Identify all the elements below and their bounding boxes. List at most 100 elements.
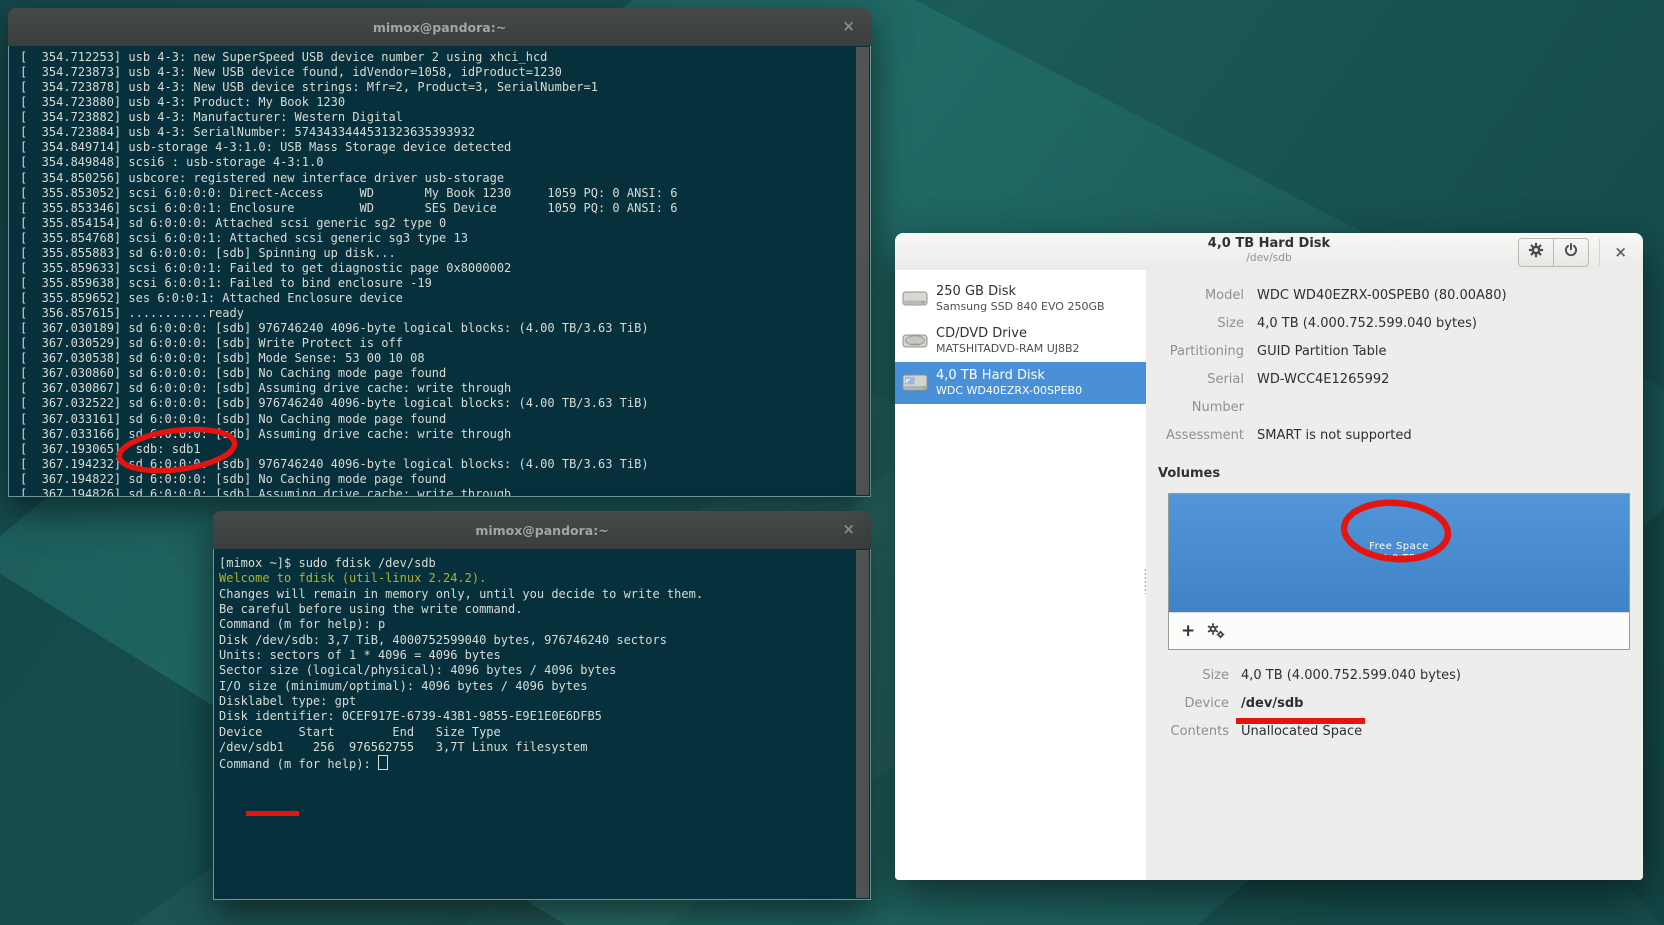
terminal-line: Welcome to fdisk (util-linux 2.24.2). [219,571,870,586]
terminal-line: [ 367.194232] sd 6:0:0:0: [sdb] 97674624… [20,457,870,472]
hard-disk-icon [901,287,929,311]
drive-info-grid: Model WDC WD40EZRX-00SPEB0 (80.00A80) Si… [1158,282,1627,450]
header-divider [1599,239,1600,266]
close-icon[interactable]: × [1610,243,1631,261]
partition-options-button[interactable] [1205,622,1227,640]
terminal-line: [ 367.033161] sd 6:0:0:0: [sdb] No Cachi… [20,412,870,427]
terminal1-titlebar[interactable]: mimox@pandora:~ × [8,8,871,46]
device-path-value: /dev/sdb [1241,690,1627,718]
info-label: Size [1158,310,1244,338]
terminal-line: Disk /dev/sdb: 3,7 TiB, 4000752599040 by… [219,633,870,648]
terminal-line: [ 367.030538] sd 6:0:0:0: [sdb] Mode Sen… [20,351,870,366]
terminal-line: [ 355.853346] scsi 6:0:0:1: Enclosure WD… [20,201,870,216]
volume-info-grid: Size 4,0 TB (4.000.752.599.040 bytes) De… [1158,662,1627,746]
device-subtitle: MATSHITADVD-RAM UJ8B2 [936,342,1080,356]
volumes-heading: Volumes [1158,466,1627,481]
terminal-line: [ 355.859638] scsi 6:0:0:1: Failed to bi… [20,276,870,291]
info-label: Size [1158,662,1229,690]
contents-value: Unallocated Space [1241,718,1627,746]
device-title: 250 GB Disk [936,284,1105,300]
terminal-line: [ 367.030860] sd 6:0:0:0: [sdb] No Cachi… [20,366,870,381]
info-label: Assessment [1158,422,1244,450]
terminal-line: [ 367.194826] sd 6:0:0:0: [sdb] Assuming… [20,487,870,497]
device-list-item-ssd[interactable]: 250 GB Disk Samsung SSD 840 EVO 250GB [895,278,1146,320]
desktop-background: mimox@pandora:~ × [ 354.712253] usb 4-3:… [0,0,1664,925]
terminal-line: [ 356.857615] ...........ready [20,306,870,321]
volumes-widget: Free Space 4,0 TB + [1168,493,1630,650]
terminal-line: [ 354.723878] usb 4-3: New USB device st… [20,80,870,95]
info-label: Serial Number [1158,366,1244,422]
terminal1-title: mimox@pandora:~ [373,20,506,35]
device-list-item-cddvd[interactable]: CD/DVD Drive MATSHITADVD-RAM UJ8B2 [895,320,1146,362]
terminal-line: [ 367.032522] sd 6:0:0:0: [sdb] 97674624… [20,396,870,411]
close-icon[interactable]: × [842,17,855,35]
terminal2-output: [mimox ~]$ sudo fdisk /dev/sdbWelcome to… [214,549,870,773]
free-space-segment[interactable]: Free Space 4,0 TB [1169,494,1629,612]
terminal-line: [mimox ~]$ sudo fdisk /dev/sdb [219,556,870,571]
serial-number-value: WD-WCC4E1265992 [1257,366,1627,422]
info-label: Model [1158,282,1244,310]
terminal2-titlebar[interactable]: mimox@pandora:~ × [213,511,871,549]
terminal-line: Disk identifier: 0CEF917E-6739-43B1-9855… [219,709,870,724]
power-icon [1563,242,1579,262]
terminal-line: [ 355.859652] ses 6:0:0:1: Attached Encl… [20,291,870,306]
terminal2-buffer[interactable]: [mimox ~]$ sudo fdisk /dev/sdbWelcome to… [213,549,871,900]
free-space-size: 4,0 TB [1381,553,1416,565]
gear-icon [1528,242,1544,262]
info-label: Partitioning [1158,338,1244,366]
terminal-line: [ 355.859633] scsi 6:0:0:1: Failed to ge… [20,261,870,276]
terminal-line: [ 354.849714] usb-storage 4-3:1.0: USB M… [20,140,870,155]
terminal1-output: [ 354.712253] usb 4-3: new SuperSpeed US… [9,46,870,497]
device-list-item-usb-disk[interactable]: 4,0 TB Hard Disk WDC WD40EZRX-00SPEB0 [895,362,1146,404]
device-title: CD/DVD Drive [936,326,1080,342]
terminal-line: [ 354.723873] usb 4-3: New USB device fo… [20,65,870,80]
terminal-line: [ 354.712253] usb 4-3: new SuperSpeed US… [20,50,870,65]
terminal2-title: mimox@pandora:~ [475,523,608,538]
terminal-line: [ 367.030189] sd 6:0:0:0: [sdb] 97674624… [20,321,870,336]
terminal-line: [ 367.030529] sd 6:0:0:0: [sdb] Write Pr… [20,336,870,351]
terminal-line: Device Start End Size Type [219,725,870,740]
device-title: 4,0 TB Hard Disk [936,368,1082,384]
terminal1-scrollbar[interactable] [856,47,869,495]
partitioning-value: GUID Partition Table [1257,338,1627,366]
device-subtitle: Samsung SSD 840 EVO 250GB [936,300,1105,314]
terminal1-buffer[interactable]: [ 354.712253] usb 4-3: new SuperSpeed US… [8,46,871,497]
terminal-line: [ 354.850256] usbcore: registered new in… [20,171,870,186]
device-list: 250 GB Disk Samsung SSD 840 EVO 250GB CD… [895,270,1146,880]
terminal-line: [ 355.853052] scsi 6:0:0:0: Direct-Acces… [20,186,870,201]
terminal-line: [ 355.855883] sd 6:0:0:0: [sdb] Spinning… [20,246,870,261]
terminal-line: [ 367.033166] sd 6:0:0:0: [sdb] Assuming… [20,427,870,442]
disks-headerbar[interactable]: 4,0 TB Hard Disk /dev/sdb [895,233,1643,271]
cogs-icon [1205,625,1227,644]
assessment-value: SMART is not supported [1257,422,1627,450]
terminal-line: Disklabel type: gpt [219,694,870,709]
info-label: Device [1158,690,1229,718]
close-icon[interactable]: × [842,520,855,538]
terminal-line: [ 354.849848] scsi6 : usb-storage 4-3:1.… [20,155,870,170]
terminal-line: Command (m for help): p [219,617,870,632]
terminal-line: [ 367.194822] sd 6:0:0:0: [sdb] No Cachi… [20,472,870,487]
usb-disk-icon [901,371,929,395]
terminal-window-fdisk: mimox@pandora:~ × [mimox ~]$ sudo fdisk … [213,511,871,900]
terminal-line: [ 354.723884] usb 4-3: SerialNumber: 574… [20,125,870,140]
terminal-line: I/O size (minimum/optimal): 4096 bytes /… [219,679,870,694]
device-subtitle: WDC WD40EZRX-00SPEB0 [936,384,1082,398]
terminal-line: [ 354.723882] usb 4-3: Manufacturer: Wes… [20,110,870,125]
terminal-line: [ 355.854154] sd 6:0:0:0: Attached scsi … [20,216,870,231]
power-off-button[interactable] [1554,238,1589,267]
create-partition-button[interactable]: + [1181,621,1205,641]
terminal2-scrollbar[interactable] [856,550,869,898]
model-value: WDC WD40EZRX-00SPEB0 (80.00A80) [1257,282,1627,310]
terminal-line: Sector size (logical/physical): 4096 byt… [219,663,870,678]
terminal-line: Command (m for help): [219,755,870,772]
terminal-line: Be careful before using the write comman… [219,602,870,617]
terminal-line: [ 355.854768] scsi 6:0:0:1: Attached scs… [20,231,870,246]
terminal-line: [ 367.030867] sd 6:0:0:0: [sdb] Assuming… [20,381,870,396]
optical-drive-icon [901,329,929,353]
terminal-line: Units: sectors of 1 * 4096 = 4096 bytes [219,648,870,663]
size-value: 4,0 TB (4.000.752.599.040 bytes) [1257,310,1627,338]
volume-size-value: 4,0 TB (4.000.752.599.040 bytes) [1241,662,1627,690]
terminal-line: [ 354.723880] usb 4-3: Product: My Book … [20,95,870,110]
disks-app-window: 4,0 TB Hard Disk /dev/sdb [895,233,1643,880]
drive-settings-button[interactable] [1518,238,1554,267]
